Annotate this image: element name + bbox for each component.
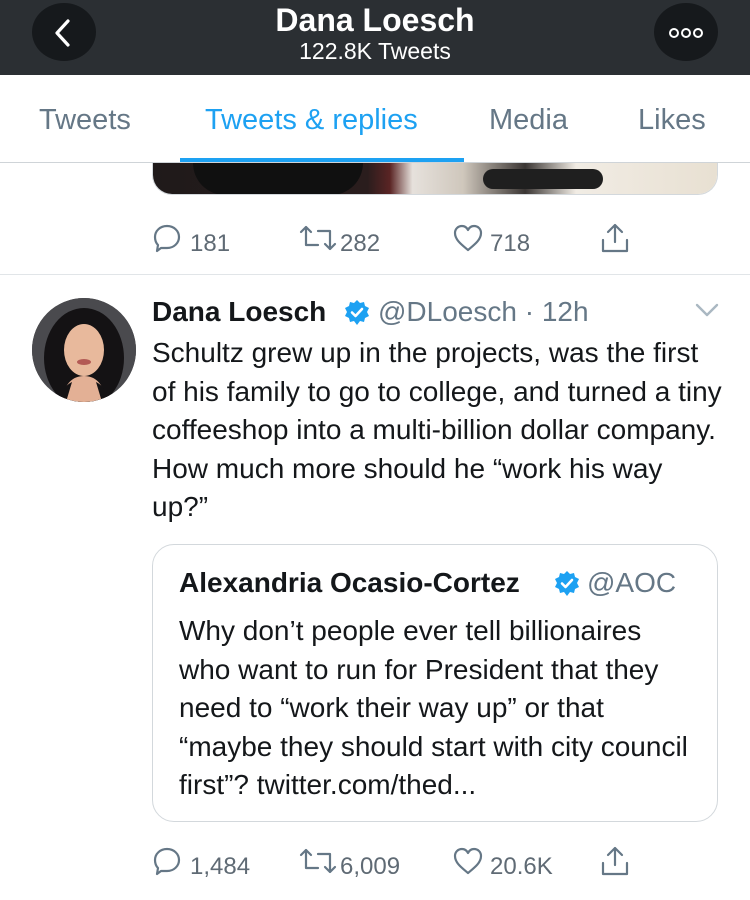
tab-tweets[interactable]: Tweets (39, 103, 131, 137)
tweet-handle-time[interactable]: @DLoesch · 12h (378, 296, 589, 328)
quoted-tweet[interactable]: Alexandria Ocasio-Cortez @AOC Why don’t … (152, 544, 718, 822)
retweet-icon (299, 225, 337, 251)
avatar[interactable] (32, 298, 136, 402)
like-button[interactable]: 20.6K (452, 846, 562, 886)
reply-icon (153, 224, 181, 253)
media-shape (193, 163, 363, 194)
tweet-author-name[interactable]: Dana Loesch (152, 296, 326, 328)
verified-badge-icon (345, 300, 369, 325)
tweet-text: Schultz grew up in the projects, was the… (152, 337, 722, 522)
quoted-tweet-text: Why don’t people ever tell billionaires … (179, 615, 688, 800)
reply-button[interactable]: 1,484 (152, 846, 262, 886)
chevron-down-icon[interactable] (694, 300, 720, 320)
retweet-button[interactable]: 6,009 (298, 846, 418, 886)
tweet-divider (0, 274, 750, 275)
retweet-count: 282 (340, 230, 381, 257)
like-button[interactable]: 718 (452, 223, 542, 263)
reply-count: 1,484 (190, 853, 251, 880)
share-icon (601, 223, 629, 253)
reply-count: 181 (190, 230, 231, 257)
media-image (153, 163, 717, 194)
tab-media[interactable]: Media (489, 103, 568, 137)
profile-tabs: Tweets Tweets & replies Media Likes (0, 75, 750, 163)
share-button[interactable] (598, 845, 632, 885)
header-title: Dana Loesch (275, 2, 475, 38)
ellipsis-icon (669, 28, 703, 38)
reply-button[interactable]: 181 (152, 223, 242, 263)
verified-badge-icon (555, 571, 579, 596)
like-count: 718 (490, 230, 531, 257)
media-shape (483, 169, 603, 189)
heart-icon (453, 847, 483, 875)
tab-likes[interactable]: Likes (638, 103, 706, 137)
retweet-count: 6,009 (340, 853, 401, 880)
profile-header: Dana Loesch 122.8K Tweets (0, 0, 750, 75)
like-count: 20.6K (490, 853, 553, 880)
avatar-image (32, 298, 136, 402)
reply-icon (153, 847, 181, 876)
quoted-handle: @AOC (587, 567, 677, 598)
previous-tweet-media[interactable] (152, 163, 718, 195)
retweet-icon (299, 848, 337, 874)
share-icon (601, 846, 629, 876)
more-options-button[interactable] (654, 3, 718, 61)
active-tab-indicator (180, 158, 464, 162)
tab-tweets-and-replies[interactable]: Tweets & replies (205, 103, 418, 137)
tweet-count: 122.8K Tweets (299, 38, 451, 64)
heart-icon (453, 224, 483, 252)
quoted-author-name: Alexandria Ocasio-Cortez (179, 567, 520, 598)
share-button[interactable] (598, 222, 632, 262)
retweet-button[interactable]: 282 (298, 223, 398, 263)
